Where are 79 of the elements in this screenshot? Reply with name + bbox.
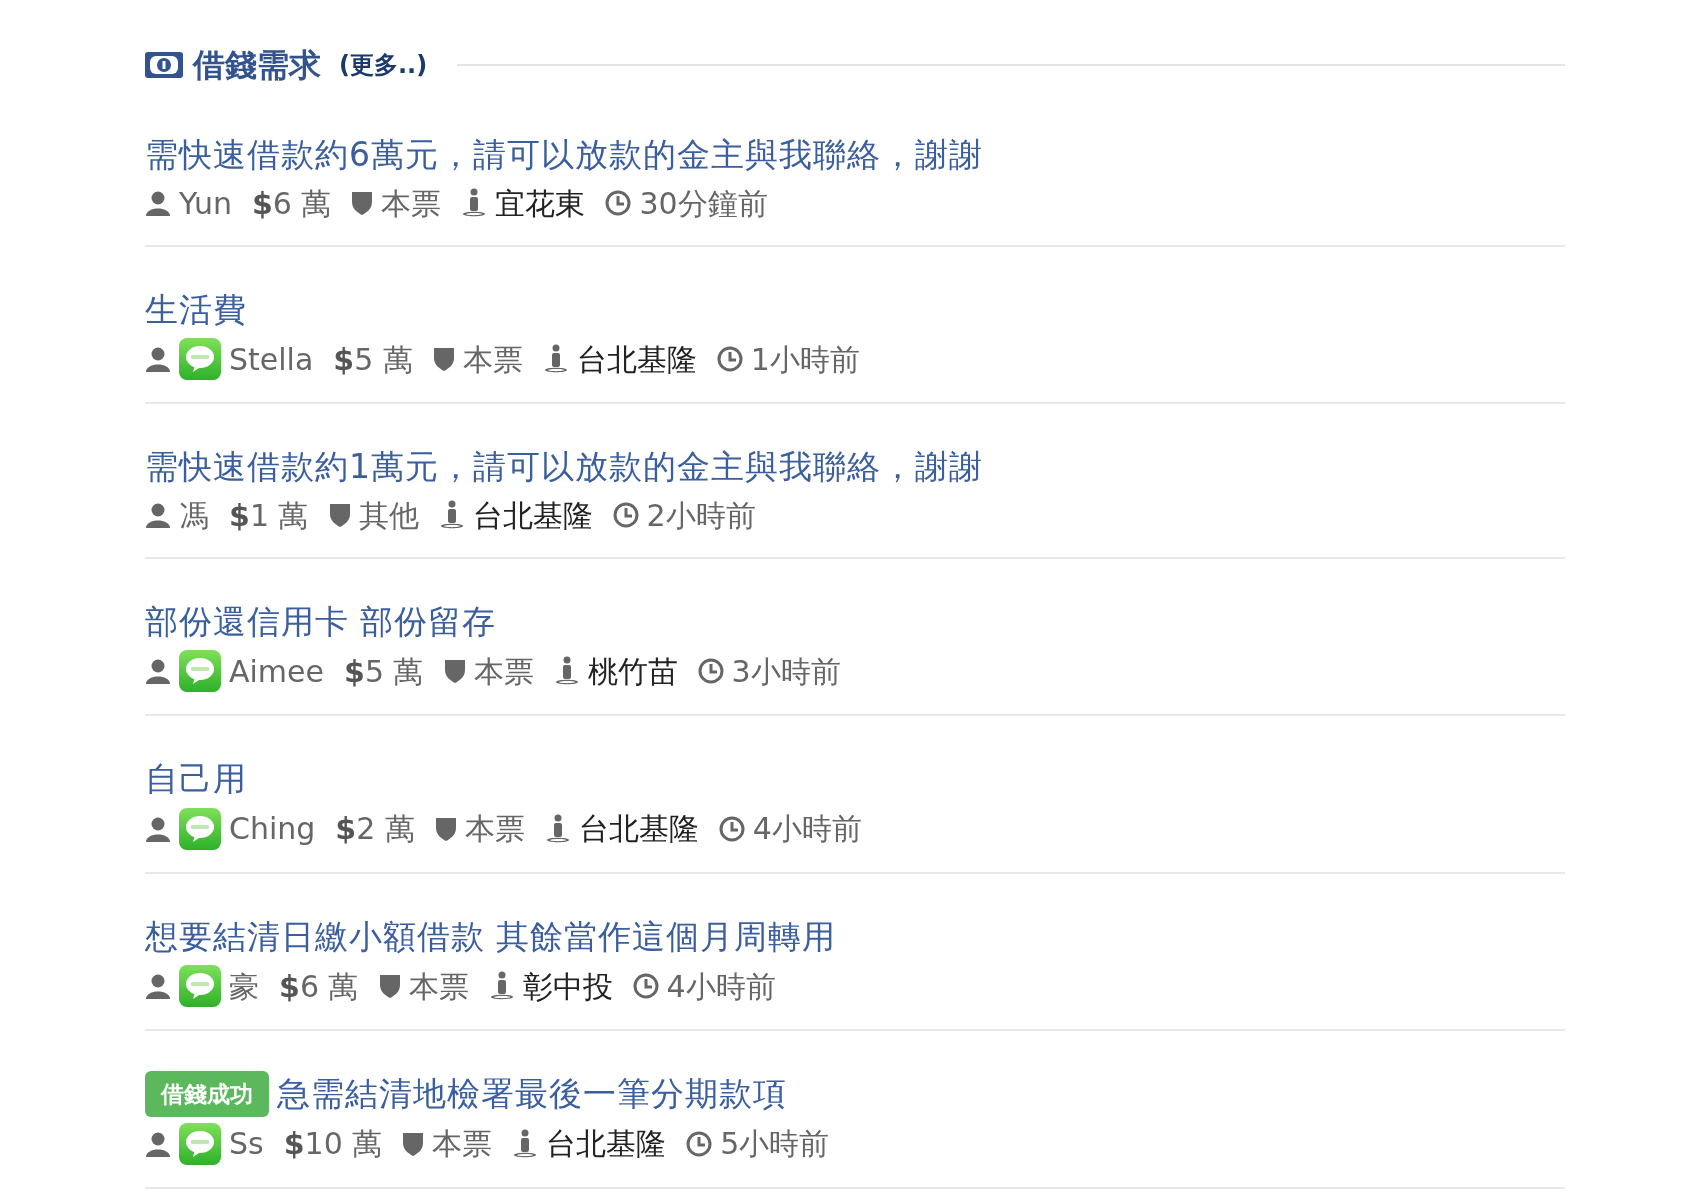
collateral-type: 本票 [408,967,469,1006]
collateral-type: 本票 [381,184,442,223]
loan-amount: $6 萬 [251,184,332,223]
chat-bubble-icon[interactable] [179,338,221,380]
chat-bubble-icon[interactable] [179,650,221,692]
person-pin-icon [553,656,580,686]
more-link[interactable]: (更多..) [339,47,428,83]
collateral-type: 其他 [358,496,419,535]
loan-amount: $6 萬 [279,967,359,1006]
region: 台北基隆 [546,1125,667,1163]
clock-icon [716,346,743,372]
user-icon [145,346,171,372]
shield-icon [378,973,401,999]
user-icon [145,973,171,999]
shield-icon [434,815,457,842]
shield-icon [443,658,466,684]
clock-icon [605,190,632,216]
loan-title-link[interactable]: 急需結清地檢署最後一筆分期款項 [277,1069,787,1119]
shield-icon [432,346,455,372]
collateral-type: 本票 [432,1125,493,1163]
region: 桃竹苗 [587,652,678,691]
post-time: 5小時前 [720,1125,830,1163]
post-time: 4小時前 [752,810,862,848]
chat-bubble-icon[interactable] [179,807,221,850]
post-time: 3小時前 [731,652,841,691]
person-pin-icon [512,1128,539,1159]
loan-amount: $5 萬 [344,652,424,691]
user-icon [145,815,171,842]
user-icon [145,658,171,684]
person-pin-icon [542,344,569,374]
person-pin-icon [488,971,515,1001]
clock-icon [612,502,639,528]
user-icon [145,1130,171,1157]
region: 台北基隆 [576,340,697,379]
loan-amount: $5 萬 [333,340,413,379]
person-pin-icon [438,500,465,530]
clock-icon [632,973,659,999]
loan-title-link[interactable]: 需快速借款約1萬元，請可以放款的金主與我聯絡，謝謝 [145,442,983,492]
loan-title-link[interactable]: 自己用 [145,754,247,804]
person-pin-icon [544,813,571,844]
loan-title-link[interactable]: 想要結清日繳小額借款 其餘當作這個月周轉用 [145,911,837,961]
user-name: 豪 [229,967,259,1006]
loan-amount: $2 萬 [335,810,415,848]
post-time: 30分鐘前 [639,184,768,223]
region: 台北基隆 [578,810,699,848]
clock-icon [686,1130,713,1157]
loan-amount: $1 萬 [229,496,309,535]
collateral-type: 本票 [473,652,534,691]
clock-icon [718,815,745,842]
collateral-type: 本票 [462,340,523,379]
banknote-icon [145,52,183,78]
loan-title-link[interactable]: 生活費 [145,284,247,334]
shield-icon [328,502,351,528]
chat-bubble-icon[interactable] [179,965,221,1007]
region: 台北基隆 [472,496,593,535]
user-icon [145,190,171,216]
user-name: Stella [229,340,314,379]
person-pin-icon [461,188,488,218]
chat-bubble-icon[interactable] [179,1122,221,1165]
loan-amount: $10 萬 [283,1125,383,1163]
post-time: 4小時前 [666,967,776,1006]
region: 宜花東 [495,184,586,223]
collateral-type: 本票 [464,810,525,848]
user-name: Ss [229,1125,264,1163]
shield-icon [402,1130,425,1157]
shield-icon [351,190,374,216]
loan-title-link[interactable]: 部份還信用卡 部份留存 [145,596,497,646]
region: 彰中投 [522,967,613,1006]
success-badge: 借錢成功 [145,1070,269,1117]
user-name: 馮 [179,496,209,535]
section-title: 借錢需求 [193,45,321,86]
user-name: Ching [229,810,316,848]
post-time: 1小時前 [750,340,860,379]
user-icon [145,502,171,528]
clock-icon [697,658,724,684]
loan-title-link[interactable]: 需快速借款約6萬元，請可以放款的金主與我聯絡，謝謝 [145,130,983,180]
user-name: Yun [179,184,232,223]
post-time: 2小時前 [646,496,756,535]
user-name: Aimee [229,652,324,691]
